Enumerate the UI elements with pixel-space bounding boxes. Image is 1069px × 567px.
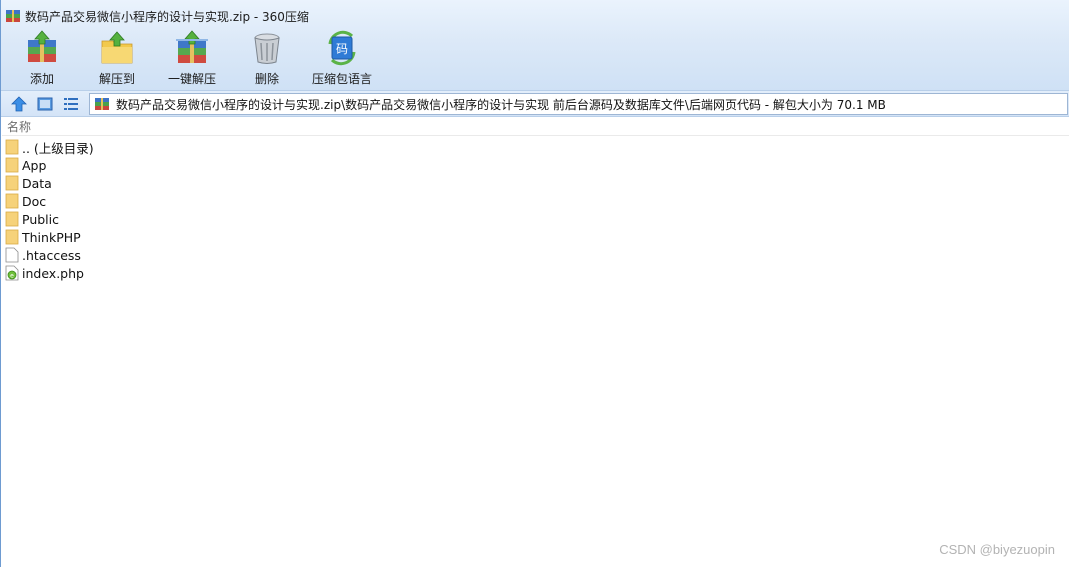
one-click-extract-button-label: 一键解压 — [167, 72, 216, 86]
one-click-extract-icon — [176, 30, 208, 63]
list-item[interactable]: .htaccess — [2, 246, 1069, 264]
file-rows: .. (上级目录) App Data Doc Public ThinkPHP .… — [2, 136, 1069, 282]
list-item-name: .. (上级目录) — [22, 140, 94, 156]
one-click-extract-button[interactable]: 一键解压 — [160, 30, 224, 88]
add-archive-icon — [28, 30, 56, 62]
thumbnail-view-icon[interactable] — [36, 95, 54, 113]
folder-icon — [5, 175, 19, 191]
window-title: 数码产品交易微信小程序的设计与实现.zip - 360压缩 — [25, 9, 309, 24]
extract-to-button[interactable]: 解压到 — [85, 30, 149, 88]
list-item[interactable]: App — [2, 156, 1069, 174]
list-item-name: Data — [22, 175, 52, 191]
window-chrome: 数码产品交易微信小程序的设计与实现.zip - 360压缩 添加 解压到 一键解… — [1, 0, 1069, 90]
toolbar: 添加 解压到 一键解压 删除 码 压缩包语言 — [1, 30, 1069, 88]
svg-text:码: 码 — [336, 42, 348, 56]
list-item-name: Public — [22, 211, 59, 227]
up-arrow-icon[interactable] — [10, 95, 28, 113]
delete-button[interactable]: 删除 — [235, 30, 299, 88]
list-item-name: ThinkPHP — [22, 229, 81, 245]
app-window: 数码产品交易微信小程序的设计与实现.zip - 360压缩 添加 解压到 一键解… — [0, 0, 1069, 567]
archive-language-button-label: 压缩包语言 — [311, 72, 372, 86]
svg-text:e: e — [10, 273, 14, 280]
watermark-text: CSDN @biyezuopin — [939, 542, 1055, 557]
delete-button-label: 删除 — [254, 72, 279, 86]
archive-app-icon — [6, 10, 20, 22]
add-button[interactable]: 添加 — [10, 30, 74, 88]
extract-to-button-label: 解压到 — [98, 72, 135, 86]
php-file-icon: e — [5, 265, 19, 281]
address-bar[interactable]: 数码产品交易微信小程序的设计与实现.zip\数码产品交易微信小程序的设计与实现 … — [89, 93, 1068, 115]
archive-icon — [95, 98, 109, 110]
folder-icon — [5, 211, 19, 227]
file-icon — [5, 247, 19, 263]
list-item-name: index.php — [22, 265, 84, 281]
title-bar: 数码产品交易微信小程序的设计与实现.zip - 360压缩 — [1, 0, 1069, 32]
folder-icon — [5, 157, 19, 173]
folder-icon — [5, 193, 19, 209]
list-item[interactable]: e index.php — [2, 264, 1069, 282]
list-item[interactable]: Public — [2, 210, 1069, 228]
delete-icon — [254, 33, 280, 64]
add-button-label: 添加 — [29, 72, 54, 86]
column-header-name[interactable]: 名称 — [2, 118, 1069, 136]
list-item-parent-dir[interactable]: .. (上级目录) — [2, 138, 1069, 156]
folder-icon — [5, 229, 19, 245]
list-item[interactable]: ThinkPHP — [2, 228, 1069, 246]
archive-language-button[interactable]: 码 压缩包语言 — [310, 30, 374, 88]
navigation-bar: 数码产品交易微信小程序的设计与实现.zip\数码产品交易微信小程序的设计与实现 … — [1, 90, 1069, 117]
extract-to-icon — [101, 31, 133, 64]
archive-language-icon: 码 — [328, 30, 356, 66]
list-view-icon[interactable] — [62, 95, 80, 113]
file-list: 名称 .. (上级目录) App Data Doc Public ThinkPH… — [2, 118, 1069, 567]
address-path: 数码产品交易微信小程序的设计与实现.zip\数码产品交易微信小程序的设计与实现 … — [116, 97, 886, 112]
list-item-name: App — [22, 157, 47, 173]
folder-icon — [5, 139, 19, 155]
list-item-name: .htaccess — [22, 247, 81, 263]
list-item[interactable]: Doc — [2, 192, 1069, 210]
list-item[interactable]: Data — [2, 174, 1069, 192]
list-item-name: Doc — [22, 193, 47, 209]
